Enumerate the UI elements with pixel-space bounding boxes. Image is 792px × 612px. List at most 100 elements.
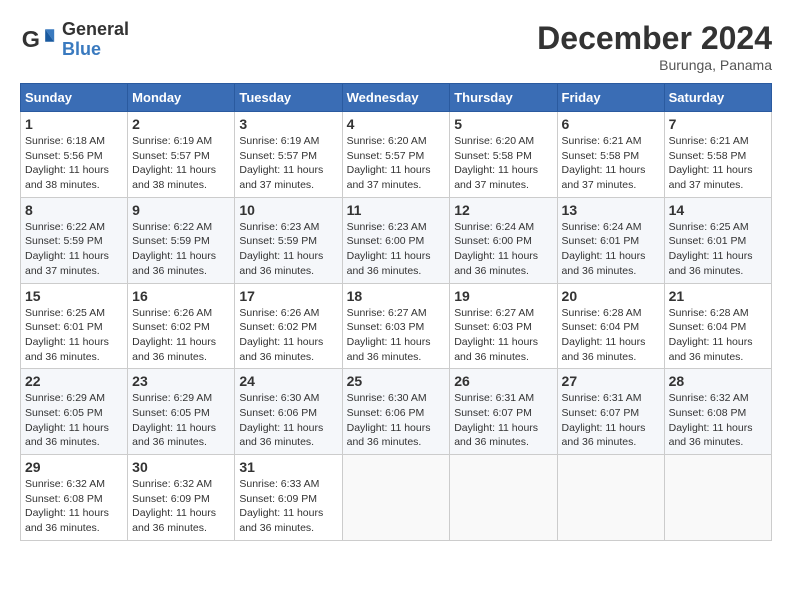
day-info: Sunrise: 6:20 AMSunset: 5:57 PMDaylight:… xyxy=(347,135,431,191)
day-info: Sunrise: 6:22 AMSunset: 5:59 PMDaylight:… xyxy=(132,221,216,277)
day-number: 15 xyxy=(25,288,123,304)
day-number: 11 xyxy=(347,202,446,218)
day-info: Sunrise: 6:21 AMSunset: 5:58 PMDaylight:… xyxy=(669,135,753,191)
day-info: Sunrise: 6:28 AMSunset: 6:04 PMDaylight:… xyxy=(562,307,646,363)
calendar-cell: 14 Sunrise: 6:25 AMSunset: 6:01 PMDaylig… xyxy=(664,197,771,283)
day-info: Sunrise: 6:26 AMSunset: 6:02 PMDaylight:… xyxy=(239,307,323,363)
day-info: Sunrise: 6:32 AMSunset: 6:08 PMDaylight:… xyxy=(669,392,753,448)
calendar-cell: 25 Sunrise: 6:30 AMSunset: 6:06 PMDaylig… xyxy=(342,369,450,455)
weekday-header-thursday: Thursday xyxy=(450,84,557,112)
day-number: 12 xyxy=(454,202,552,218)
day-info: Sunrise: 6:26 AMSunset: 6:02 PMDaylight:… xyxy=(132,307,216,363)
day-info: Sunrise: 6:32 AMSunset: 6:09 PMDaylight:… xyxy=(132,478,216,534)
calendar-cell: 11 Sunrise: 6:23 AMSunset: 6:00 PMDaylig… xyxy=(342,197,450,283)
day-info: Sunrise: 6:27 AMSunset: 6:03 PMDaylight:… xyxy=(454,307,538,363)
weekday-header-tuesday: Tuesday xyxy=(235,84,342,112)
day-number: 22 xyxy=(25,373,123,389)
calendar-cell xyxy=(557,455,664,541)
day-number: 28 xyxy=(669,373,767,389)
calendar-cell: 22 Sunrise: 6:29 AMSunset: 6:05 PMDaylig… xyxy=(21,369,128,455)
day-info: Sunrise: 6:23 AMSunset: 5:59 PMDaylight:… xyxy=(239,221,323,277)
calendar-cell: 5 Sunrise: 6:20 AMSunset: 5:58 PMDayligh… xyxy=(450,112,557,198)
day-info: Sunrise: 6:27 AMSunset: 6:03 PMDaylight:… xyxy=(347,307,431,363)
day-number: 21 xyxy=(669,288,767,304)
logo: G General Blue xyxy=(20,20,129,60)
day-number: 2 xyxy=(132,116,230,132)
calendar-cell: 2 Sunrise: 6:19 AMSunset: 5:57 PMDayligh… xyxy=(128,112,235,198)
calendar-week-1: 1 Sunrise: 6:18 AMSunset: 5:56 PMDayligh… xyxy=(21,112,772,198)
day-number: 31 xyxy=(239,459,337,475)
day-info: Sunrise: 6:30 AMSunset: 6:06 PMDaylight:… xyxy=(347,392,431,448)
calendar-week-2: 8 Sunrise: 6:22 AMSunset: 5:59 PMDayligh… xyxy=(21,197,772,283)
day-number: 13 xyxy=(562,202,660,218)
weekday-header-saturday: Saturday xyxy=(664,84,771,112)
day-number: 26 xyxy=(454,373,552,389)
day-info: Sunrise: 6:19 AMSunset: 5:57 PMDaylight:… xyxy=(132,135,216,191)
day-number: 7 xyxy=(669,116,767,132)
day-info: Sunrise: 6:28 AMSunset: 6:04 PMDaylight:… xyxy=(669,307,753,363)
calendar: SundayMondayTuesdayWednesdayThursdayFrid… xyxy=(20,83,772,541)
day-number: 17 xyxy=(239,288,337,304)
month-title: December 2024 xyxy=(537,20,772,57)
calendar-week-3: 15 Sunrise: 6:25 AMSunset: 6:01 PMDaylig… xyxy=(21,283,772,369)
day-number: 20 xyxy=(562,288,660,304)
calendar-cell: 9 Sunrise: 6:22 AMSunset: 5:59 PMDayligh… xyxy=(128,197,235,283)
calendar-cell: 4 Sunrise: 6:20 AMSunset: 5:57 PMDayligh… xyxy=(342,112,450,198)
day-info: Sunrise: 6:19 AMSunset: 5:57 PMDaylight:… xyxy=(239,135,323,191)
svg-text:G: G xyxy=(22,26,40,52)
calendar-week-5: 29 Sunrise: 6:32 AMSunset: 6:08 PMDaylig… xyxy=(21,455,772,541)
day-number: 10 xyxy=(239,202,337,218)
day-info: Sunrise: 6:32 AMSunset: 6:08 PMDaylight:… xyxy=(25,478,109,534)
calendar-cell: 15 Sunrise: 6:25 AMSunset: 6:01 PMDaylig… xyxy=(21,283,128,369)
day-info: Sunrise: 6:25 AMSunset: 6:01 PMDaylight:… xyxy=(25,307,109,363)
calendar-cell: 21 Sunrise: 6:28 AMSunset: 6:04 PMDaylig… xyxy=(664,283,771,369)
calendar-cell: 29 Sunrise: 6:32 AMSunset: 6:08 PMDaylig… xyxy=(21,455,128,541)
day-info: Sunrise: 6:31 AMSunset: 6:07 PMDaylight:… xyxy=(562,392,646,448)
day-info: Sunrise: 6:24 AMSunset: 6:00 PMDaylight:… xyxy=(454,221,538,277)
logo-icon: G xyxy=(20,22,56,58)
calendar-cell: 19 Sunrise: 6:27 AMSunset: 6:03 PMDaylig… xyxy=(450,283,557,369)
day-number: 9 xyxy=(132,202,230,218)
page-header: G General Blue December 2024 Burunga, Pa… xyxy=(20,20,772,73)
location: Burunga, Panama xyxy=(537,57,772,73)
day-number: 3 xyxy=(239,116,337,132)
calendar-cell: 24 Sunrise: 6:30 AMSunset: 6:06 PMDaylig… xyxy=(235,369,342,455)
day-number: 6 xyxy=(562,116,660,132)
day-number: 16 xyxy=(132,288,230,304)
day-number: 19 xyxy=(454,288,552,304)
weekday-header-row: SundayMondayTuesdayWednesdayThursdayFrid… xyxy=(21,84,772,112)
calendar-cell: 28 Sunrise: 6:32 AMSunset: 6:08 PMDaylig… xyxy=(664,369,771,455)
weekday-header-sunday: Sunday xyxy=(21,84,128,112)
day-number: 14 xyxy=(669,202,767,218)
calendar-cell: 13 Sunrise: 6:24 AMSunset: 6:01 PMDaylig… xyxy=(557,197,664,283)
calendar-cell: 27 Sunrise: 6:31 AMSunset: 6:07 PMDaylig… xyxy=(557,369,664,455)
day-number: 30 xyxy=(132,459,230,475)
day-info: Sunrise: 6:29 AMSunset: 6:05 PMDaylight:… xyxy=(132,392,216,448)
day-info: Sunrise: 6:18 AMSunset: 5:56 PMDaylight:… xyxy=(25,135,109,191)
day-info: Sunrise: 6:33 AMSunset: 6:09 PMDaylight:… xyxy=(239,478,323,534)
calendar-cell: 18 Sunrise: 6:27 AMSunset: 6:03 PMDaylig… xyxy=(342,283,450,369)
calendar-cell: 3 Sunrise: 6:19 AMSunset: 5:57 PMDayligh… xyxy=(235,112,342,198)
day-info: Sunrise: 6:22 AMSunset: 5:59 PMDaylight:… xyxy=(25,221,109,277)
title-block: December 2024 Burunga, Panama xyxy=(537,20,772,73)
day-info: Sunrise: 6:30 AMSunset: 6:06 PMDaylight:… xyxy=(239,392,323,448)
day-info: Sunrise: 6:21 AMSunset: 5:58 PMDaylight:… xyxy=(562,135,646,191)
calendar-cell: 12 Sunrise: 6:24 AMSunset: 6:00 PMDaylig… xyxy=(450,197,557,283)
day-number: 24 xyxy=(239,373,337,389)
day-number: 1 xyxy=(25,116,123,132)
day-number: 23 xyxy=(132,373,230,389)
day-number: 8 xyxy=(25,202,123,218)
day-number: 29 xyxy=(25,459,123,475)
calendar-cell: 7 Sunrise: 6:21 AMSunset: 5:58 PMDayligh… xyxy=(664,112,771,198)
calendar-cell: 16 Sunrise: 6:26 AMSunset: 6:02 PMDaylig… xyxy=(128,283,235,369)
calendar-cell: 17 Sunrise: 6:26 AMSunset: 6:02 PMDaylig… xyxy=(235,283,342,369)
calendar-cell: 6 Sunrise: 6:21 AMSunset: 5:58 PMDayligh… xyxy=(557,112,664,198)
calendar-cell: 1 Sunrise: 6:18 AMSunset: 5:56 PMDayligh… xyxy=(21,112,128,198)
day-info: Sunrise: 6:31 AMSunset: 6:07 PMDaylight:… xyxy=(454,392,538,448)
day-info: Sunrise: 6:20 AMSunset: 5:58 PMDaylight:… xyxy=(454,135,538,191)
day-number: 27 xyxy=(562,373,660,389)
calendar-body: 1 Sunrise: 6:18 AMSunset: 5:56 PMDayligh… xyxy=(21,112,772,541)
weekday-header-friday: Friday xyxy=(557,84,664,112)
calendar-week-4: 22 Sunrise: 6:29 AMSunset: 6:05 PMDaylig… xyxy=(21,369,772,455)
day-number: 25 xyxy=(347,373,446,389)
